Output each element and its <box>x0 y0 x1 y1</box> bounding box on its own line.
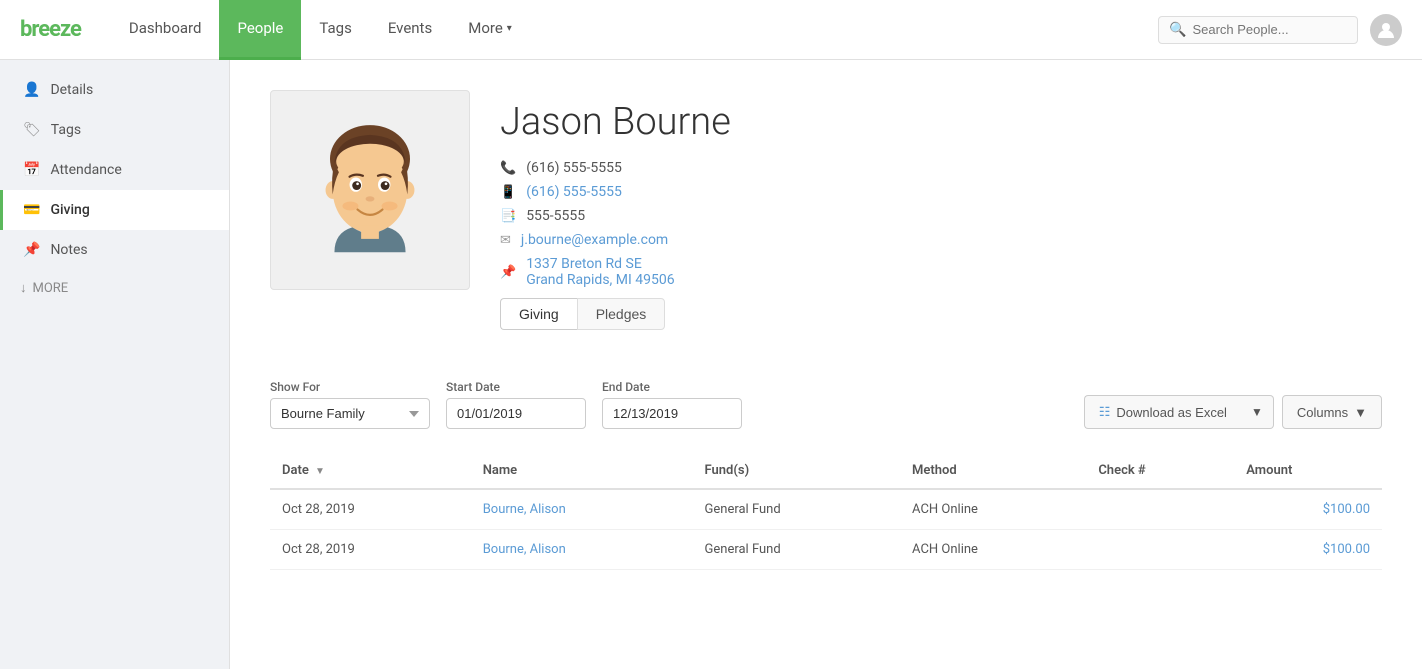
sidebar-item-notes[interactable]: 📌 Notes <box>0 230 229 270</box>
layout: 👤 Details 🏷 Tags 📅 Attendance 💳 Giving 📌… <box>0 60 1422 669</box>
nav-item-events[interactable]: Events <box>370 0 450 60</box>
show-for-select[interactable]: Bourne Family Jason Bourne <box>270 398 430 429</box>
contact-address: 📌 1337 Breton Rd SE Grand Rapids, MI 495… <box>500 256 1382 288</box>
show-for-label: Show For <box>270 380 430 394</box>
credit-card-icon: 💳 <box>23 202 40 218</box>
columns-button[interactable]: Columns ▼ <box>1282 395 1382 429</box>
name-link[interactable]: Bourne, Alison <box>483 542 566 557</box>
table-header: Date ▼ Name Fund(s) Method <box>270 453 1382 489</box>
contact-email: ✉ j.bourne@example.com <box>500 232 1382 248</box>
show-for-filter: Show For Bourne Family Jason Bourne <box>270 380 430 429</box>
main-content: Jason Bourne 📞 (616) 555-5555 📱 (616) 55… <box>230 60 1422 669</box>
cell-name: Bourne, Alison <box>471 530 693 570</box>
start-date-label: Start Date <box>446 380 586 394</box>
search-input[interactable] <box>1192 22 1347 37</box>
person-icon: 👤 <box>23 82 40 98</box>
cell-date: Oct 28, 2019 <box>270 530 471 570</box>
col-name[interactable]: Name <box>471 453 693 489</box>
cell-method: ACH Online <box>900 489 1086 530</box>
topnav: breeze Dashboard People Tags Events More… <box>0 0 1422 60</box>
phone-icon: 📞 <box>500 161 516 176</box>
cell-amount: $100.00 <box>1234 530 1382 570</box>
sidebar: 👤 Details 🏷 Tags 📅 Attendance 💳 Giving 📌… <box>0 60 230 669</box>
excel-dropdown-button[interactable]: ▼ <box>1241 395 1274 429</box>
profile-photo <box>270 90 470 290</box>
sort-icon: ▼ <box>315 466 325 477</box>
cell-funds: General Fund <box>693 489 901 530</box>
end-date-input[interactable] <box>602 398 742 429</box>
giving-section: Show For Bourne Family Jason Bourne Star… <box>230 380 1422 610</box>
sidebar-more[interactable]: ↓ MORE <box>0 270 229 306</box>
tag-icon: 🏷 <box>23 122 41 138</box>
chevron-down-icon: ▼ <box>1251 405 1263 419</box>
app-logo[interactable]: breeze <box>20 17 81 42</box>
contact-phone-home: 📞 (616) 555-5555 <box>500 160 1382 176</box>
nav-item-more[interactable]: More ▾ <box>450 0 530 60</box>
end-date-filter: End Date <box>602 380 742 429</box>
email-icon: ✉ <box>500 233 511 248</box>
action-buttons: ☷ Download as Excel ▼ Columns ▼ <box>1084 395 1382 429</box>
table-row: Oct 28, 2019 Bourne, Alison General Fund… <box>270 530 1382 570</box>
search-icon: 🔍 <box>1169 22 1186 38</box>
download-excel-button[interactable]: ☷ Download as Excel <box>1084 395 1241 429</box>
col-funds[interactable]: Fund(s) <box>693 453 901 489</box>
giving-tabs: Giving Pledges <box>500 298 1382 330</box>
filters-row: Show For Bourne Family Jason Bourne Star… <box>270 380 1382 429</box>
calendar-icon: 📅 <box>23 162 40 178</box>
cell-method: ACH Online <box>900 530 1086 570</box>
sidebar-item-details[interactable]: 👤 Details <box>0 70 229 110</box>
sidebar-item-attendance[interactable]: 📅 Attendance <box>0 150 229 190</box>
paperclip-icon: 📌 <box>23 242 40 258</box>
contact-phone-mobile: 📱 (616) 555-5555 <box>500 184 1382 200</box>
sidebar-item-tags[interactable]: 🏷 Tags <box>0 110 229 150</box>
nav-item-tags[interactable]: Tags <box>301 0 369 60</box>
sidebar-item-giving[interactable]: 💳 Giving <box>0 190 229 230</box>
table-row: Oct 28, 2019 Bourne, Alison General Fund… <box>270 489 1382 530</box>
col-date[interactable]: Date ▼ <box>270 453 471 489</box>
fax-icon: 📑 <box>500 209 516 224</box>
profile-header: Jason Bourne 📞 (616) 555-5555 📱 (616) 55… <box>230 60 1422 380</box>
nav-item-people[interactable]: People <box>219 0 301 60</box>
cell-funds: General Fund <box>693 530 901 570</box>
address-link[interactable]: 1337 Breton Rd SE Grand Rapids, MI 49506 <box>526 256 674 288</box>
location-icon: 📌 <box>500 265 516 280</box>
email-link[interactable]: j.bourne@example.com <box>521 232 668 248</box>
avatar[interactable] <box>1370 14 1402 46</box>
phone-mobile-link[interactable]: (616) 555-5555 <box>526 184 622 200</box>
col-method[interactable]: Method <box>900 453 1086 489</box>
profile-info: Jason Bourne 📞 (616) 555-5555 📱 (616) 55… <box>500 90 1382 350</box>
cell-check <box>1086 530 1234 570</box>
col-check[interactable]: Check # <box>1086 453 1234 489</box>
tab-pledges[interactable]: Pledges <box>577 298 666 330</box>
cell-check <box>1086 489 1234 530</box>
tab-giving[interactable]: Giving <box>500 298 577 330</box>
giving-table: Date ▼ Name Fund(s) Method <box>270 453 1382 570</box>
excel-icon: ☷ <box>1099 404 1111 420</box>
name-link[interactable]: Bourne, Alison <box>483 502 566 517</box>
search-box[interactable]: 🔍 <box>1158 16 1358 44</box>
start-date-input[interactable] <box>446 398 586 429</box>
nav-item-dashboard[interactable]: Dashboard <box>111 0 220 60</box>
contact-fax: 📑 555-5555 <box>500 208 1382 224</box>
col-amount[interactable]: Amount <box>1234 453 1382 489</box>
profile-name: Jason Bourne <box>500 100 1382 144</box>
nav-items: Dashboard People Tags Events More ▾ <box>111 0 1158 60</box>
cell-amount: $100.00 <box>1234 489 1382 530</box>
more-caret-icon: ▾ <box>507 23 512 34</box>
cell-date: Oct 28, 2019 <box>270 489 471 530</box>
end-date-label: End Date <box>602 380 742 394</box>
columns-caret-icon: ▼ <box>1354 405 1367 420</box>
mobile-icon: 📱 <box>500 185 516 200</box>
chevron-down-icon: ↓ <box>20 280 27 296</box>
cell-name: Bourne, Alison <box>471 489 693 530</box>
nav-right: 🔍 <box>1158 14 1402 46</box>
start-date-filter: Start Date <box>446 380 586 429</box>
table-body: Oct 28, 2019 Bourne, Alison General Fund… <box>270 489 1382 570</box>
